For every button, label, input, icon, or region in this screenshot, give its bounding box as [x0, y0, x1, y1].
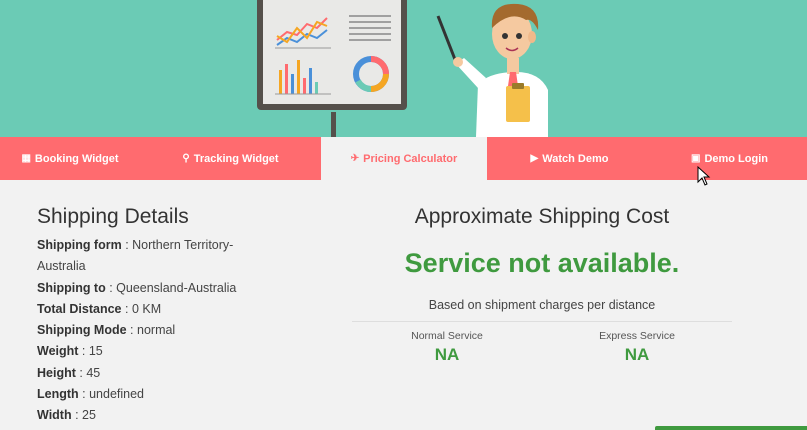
detail-shipping-mode: Shipping Mode : normal [37, 323, 176, 338]
tab-label: Pricing Calculator [363, 152, 458, 165]
service-status: Service not available. [404, 248, 680, 278]
board-stand [331, 112, 336, 137]
presentation-board [257, 0, 407, 110]
detail-label: Height [37, 365, 76, 380]
express-service-price: NA [624, 345, 650, 364]
detail-value: Queensland-Australia [116, 280, 237, 295]
tab-booking-widget[interactable]: ▦ Booking Widget [0, 137, 140, 180]
corner-accent-bar [655, 426, 807, 430]
tab-label: Booking Widget [34, 152, 119, 165]
tab-label: Watch Demo [542, 152, 609, 165]
search-icon: ⚲ [182, 153, 190, 164]
normal-service-label: Normal Service [411, 330, 483, 342]
tab-demo-login[interactable]: ▣ Demo Login [652, 137, 807, 180]
detail-value: normal [137, 323, 176, 338]
detail-value: 45 [86, 365, 101, 380]
detail-label: Length [37, 387, 79, 402]
navigation-tabs: ▦ Booking Widget ⚲ Tracking Widget ✈ Pri… [0, 137, 807, 180]
tab-label: Demo Login [704, 152, 768, 165]
normal-service: Normal Service NA [352, 330, 542, 365]
detail-label: Shipping form [37, 238, 122, 252]
shipping-details-title: Shipping Details [37, 205, 189, 228]
detail-label: Width [37, 408, 72, 423]
tab-tracking-widget[interactable]: ⚲ Tracking Widget [140, 137, 321, 180]
cost-basis-note: Based on shipment charges per distance [428, 298, 656, 312]
detail-label: Weight [37, 344, 79, 359]
detail-shipping-from: Shipping form : Northern Territory-Austr… [37, 238, 234, 274]
shipping-details-panel: Shipping Details Shipping form : Norther… [37, 205, 277, 427]
presenter-figure [436, 3, 548, 137]
detail-length: Length : undefined [37, 387, 145, 402]
detail-weight: Weight : 15 [37, 344, 103, 359]
detail-value: undefined [89, 387, 145, 402]
divider [352, 321, 732, 322]
express-service-label: Express Service [599, 330, 675, 342]
plane-icon: ✈ [350, 153, 360, 164]
shipping-cost-title: Approximate Shipping Cost [414, 205, 670, 228]
detail-width: Width : 25 [37, 408, 96, 423]
detail-value: 0 KM [131, 301, 162, 316]
detail-shipping-to: Shipping to : Queensland-Australia [37, 280, 237, 295]
detail-label: Shipping to [37, 280, 106, 295]
detail-label: Total Distance [37, 301, 122, 316]
detail-value: 25 [82, 408, 96, 423]
normal-service-price: NA [434, 345, 460, 364]
detail-total-distance: Total Distance : 0 KM [37, 301, 162, 316]
shipping-cost-panel: Approximate Shipping Cost Service not av… [352, 205, 732, 365]
detail-height: Height : 45 [37, 365, 101, 380]
detail-value: 15 [88, 344, 103, 359]
tab-label: Tracking Widget [193, 152, 279, 165]
youtube-play-icon: ▶ [530, 153, 539, 164]
service-prices: Normal Service NA Express Service NA [352, 330, 732, 365]
tab-pricing-calculator[interactable]: ✈ Pricing Calculator [321, 137, 487, 180]
tab-watch-demo[interactable]: ▶ Watch Demo [487, 137, 652, 180]
detail-label: Shipping Mode [37, 323, 127, 338]
login-image-icon: ▣ [690, 153, 701, 164]
express-service: Express Service NA [542, 330, 732, 365]
mouse-cursor-icon [697, 166, 711, 186]
hero-illustration [0, 0, 807, 137]
calculator-icon: ▦ [21, 153, 31, 164]
